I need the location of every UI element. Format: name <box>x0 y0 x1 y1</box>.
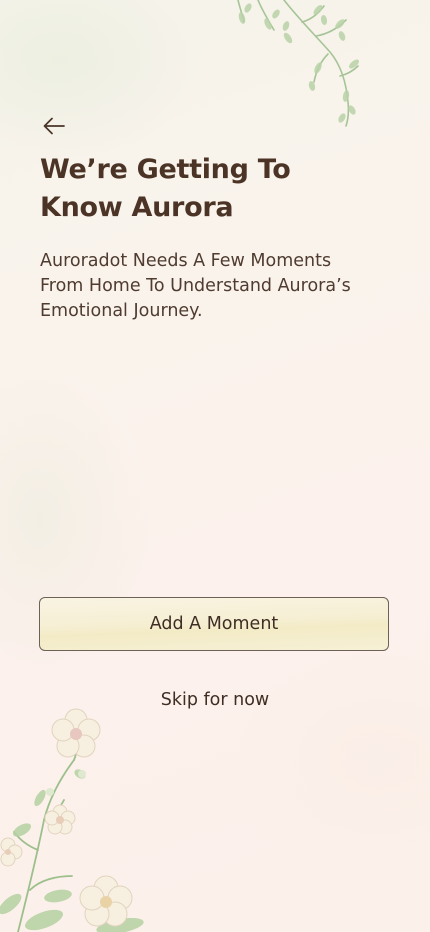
page-description: Auroradot Needs A Few Moments From Home … <box>40 249 392 324</box>
skip-for-now-link[interactable]: Skip for now <box>115 684 315 716</box>
page-title: We’re Getting To Know Aurora <box>40 151 380 227</box>
page-title-line-2: Know Aurora <box>40 192 234 223</box>
description-line-1: Auroradot Needs A Few Moments <box>40 251 332 271</box>
page-title-line-1: We’re Getting To <box>40 154 291 185</box>
add-moment-button-label: Add A Moment <box>149 614 279 634</box>
back-button[interactable] <box>38 112 70 140</box>
arrow-left-icon <box>43 117 65 135</box>
flower-branch-icon <box>0 708 144 932</box>
description-line-2: From Home To Understand Aurora’s <box>40 276 351 296</box>
description-line-3: Emotional Journey. <box>40 301 203 321</box>
add-moment-button[interactable]: Add A Moment <box>39 597 389 651</box>
skip-for-now-label: Skip for now <box>160 690 270 710</box>
onboarding-screen: We’re Getting To Know Aurora Auroradot N… <box>0 0 430 932</box>
leafy-branch-icon <box>237 0 359 127</box>
